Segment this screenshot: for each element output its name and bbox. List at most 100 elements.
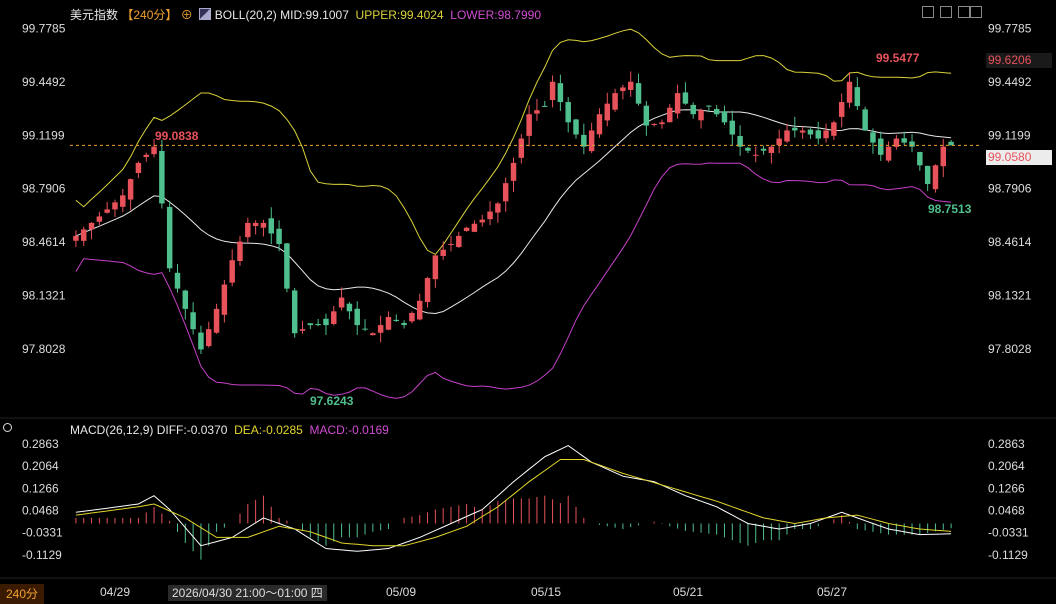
candle-body: [831, 122, 837, 136]
macd-tick-right: -0.1129: [988, 548, 1028, 562]
candle-body: [213, 308, 220, 333]
candle-body: [96, 216, 103, 222]
annotation-low: 98.7513: [928, 202, 972, 216]
plus-circle-icon[interactable]: ⊕: [181, 8, 193, 22]
candle-body: [338, 297, 345, 308]
circle-dot-icon[interactable]: [3, 423, 12, 432]
candle-body: [229, 260, 235, 283]
candle-body: [370, 333, 376, 336]
candle-body: [401, 322, 407, 326]
candle-body: [151, 146, 157, 155]
candle-body: [252, 222, 259, 226]
x-axis-label: 04/29: [100, 585, 130, 599]
candle-body: [698, 110, 704, 121]
candle-body: [268, 218, 274, 234]
upper-price-tag: 99.6206: [986, 53, 1052, 68]
boll-upper-line: [75, 28, 952, 256]
candle-body: [917, 151, 923, 166]
boll-mid-line: [75, 109, 952, 315]
expand-icon[interactable]: [970, 6, 982, 18]
last-price-tag: 99.0580: [986, 150, 1052, 165]
macd-tick-right: -0.0331: [988, 526, 1029, 540]
candle-body: [385, 317, 392, 330]
candle-body: [542, 105, 548, 107]
candle-body: [260, 222, 267, 228]
price-tick-left: 98.1321: [22, 289, 66, 303]
period-label[interactable]: 【240分】: [121, 8, 177, 22]
candle-body: [416, 300, 423, 320]
boll-mid: MID:99.1007: [280, 8, 349, 22]
candle-body: [502, 183, 509, 202]
candle-body: [885, 146, 892, 161]
chart-header: 美元指数 【240分】 ⊕ BOLL(20,2) MID:99.1007 UPP…: [70, 6, 541, 23]
candle-body: [784, 130, 790, 142]
boll-lower-line: [75, 162, 952, 399]
annotation-low: 97.6243: [310, 394, 354, 408]
x-axis-label: 05/15: [531, 585, 561, 599]
candle-body: [440, 249, 446, 256]
macd-tick-right: 0.1266: [988, 481, 1025, 495]
grid-icon[interactable]: [958, 6, 970, 18]
candle-body: [143, 154, 149, 157]
candle-body: [159, 150, 165, 204]
macd-tick-right: 0.0468: [988, 503, 1025, 517]
price-tick-left: 99.1199: [22, 128, 65, 142]
price-tick-left: 99.4492: [22, 75, 66, 89]
candle-body: [745, 147, 751, 151]
annotation-high: 99.0838: [155, 129, 199, 143]
candle-body: [674, 93, 681, 114]
candle-body: [901, 138, 907, 143]
candle-body: [307, 323, 314, 326]
candle-body: [120, 195, 126, 207]
price-tick-right: 98.1321: [988, 289, 1032, 303]
x-axis-label: 05/21: [673, 585, 703, 599]
candle-body: [635, 83, 642, 104]
price-tick-left: 98.7906: [22, 182, 66, 196]
macd-tick-left: 0.1266: [22, 481, 59, 495]
candle-body: [667, 107, 673, 123]
candle-body: [495, 203, 501, 213]
price-tick-left: 98.4614: [22, 235, 66, 249]
candle-body: [815, 130, 821, 139]
annotation-high: 99.5477: [876, 51, 920, 65]
candle-body: [878, 138, 884, 155]
candle-body: [479, 219, 485, 223]
grid-icon[interactable]: [940, 6, 952, 18]
candle-body: [174, 272, 181, 289]
candle-body: [276, 228, 282, 244]
macd-tick-left: 0.2863: [22, 437, 59, 451]
candle-body: [565, 102, 571, 123]
price-tick-left: 97.8028: [22, 342, 66, 356]
candle-body: [206, 329, 212, 347]
grid-icon[interactable]: [922, 6, 934, 18]
candle-body: [870, 132, 876, 143]
candle-body: [651, 123, 657, 125]
candle-body: [237, 241, 243, 262]
candle-body: [706, 105, 712, 107]
candle-body: [596, 114, 603, 135]
macd-diff: DIFF:-0.0370: [156, 423, 228, 437]
candle-body: [127, 179, 134, 200]
candle-body: [221, 284, 228, 315]
candle-body: [112, 202, 118, 210]
period-tab[interactable]: 240分: [0, 584, 45, 604]
candle-body: [362, 328, 368, 330]
candle-body: [776, 138, 782, 146]
candle-body: [182, 290, 189, 309]
candle-body: [80, 229, 87, 241]
candle-body: [721, 111, 728, 123]
macd-tick-left: -0.0331: [22, 526, 63, 540]
symbol-name: 美元指数: [70, 8, 119, 22]
candle-body: [354, 308, 360, 326]
candle-body: [838, 102, 845, 117]
candle-body: [948, 141, 954, 146]
x-axis-label: 05/27: [817, 585, 847, 599]
chart-canvas: 99.7785 99.7785 99.4492 99.4492 99.1199 99.11…: [0, 21, 1056, 599]
candle-body: [588, 130, 595, 152]
macd-tick-left: 0.0468: [22, 503, 59, 517]
candle-body: [909, 141, 915, 147]
chart-icon[interactable]: [199, 8, 212, 20]
macd-dea: DEA:-0.0285: [234, 423, 303, 437]
candle-body: [88, 222, 95, 230]
candle-body: [729, 120, 736, 135]
